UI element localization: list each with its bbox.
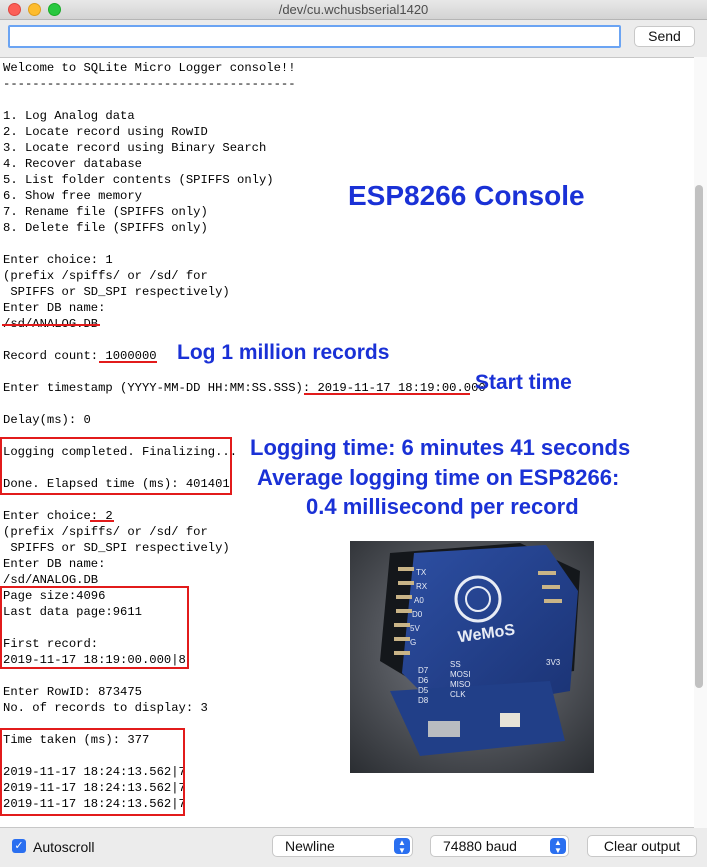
scrollbar-thumb[interactable] (695, 185, 703, 688)
svg-text:3V3: 3V3 (546, 658, 561, 667)
svg-text:MOSI: MOSI (450, 670, 470, 679)
console-line: SPIFFS or SD_SPI respectively) (3, 541, 230, 555)
esp8266-console-annotation: ESP8266 Console (348, 180, 585, 211)
console-line: No. of records to display: 3 (3, 701, 208, 715)
console-line: Delay(ms): 0 (3, 413, 91, 427)
chevron-updown-icon: ▲ ▼ (550, 838, 566, 855)
db-name-underline (2, 324, 100, 326)
svg-text:A0: A0 (414, 596, 424, 605)
svg-text:D0: D0 (412, 610, 423, 619)
send-button[interactable]: Send (634, 26, 695, 47)
title-bar: /dev/cu.wchusbserial1420 (0, 0, 707, 20)
console-line: 2. Locate record using RowID (3, 125, 208, 139)
page-info-box (0, 586, 189, 669)
svg-text:D6: D6 (418, 676, 429, 685)
baud-rate-value: 74880 baud (443, 838, 517, 854)
logging-result-box (0, 437, 232, 495)
baud-rate-select[interactable]: 74880 baud ▲ ▼ (430, 835, 569, 857)
record-count-underline (99, 361, 157, 363)
logging-time-annotation: Logging time: 6 minutes 41 seconds (250, 435, 631, 460)
console-line: 4. Recover database (3, 157, 142, 171)
choice-underline (90, 520, 114, 522)
svg-text:MISO: MISO (450, 680, 470, 689)
records-annotation: Log 1 million records (177, 341, 390, 364)
svg-text:SS: SS (450, 660, 461, 669)
console-line: Enter DB name: (3, 557, 106, 571)
console-line: 3. Locate record using Binary Search (3, 141, 267, 155)
console-line: (prefix /spiffs/ or /sd/ for (3, 269, 208, 283)
bottom-bar: ✓ Autoscroll Newline ▲ ▼ 74880 baud ▲ ▼ Cl… (0, 829, 707, 867)
average-time-annotation: Average logging time on ESP8266: (257, 465, 620, 490)
clear-output-button[interactable]: Clear output (587, 835, 697, 857)
console-line: SPIFFS or SD_SPI respectively) (3, 285, 230, 299)
console-line: Welcome to SQLite Micro Logger console!! (3, 61, 296, 75)
autoscroll-checkbox[interactable]: ✓ (12, 839, 26, 853)
serial-command-input[interactable] (8, 25, 621, 48)
line-ending-select[interactable]: Newline ▲ ▼ (272, 835, 413, 857)
time-taken-box (0, 728, 185, 816)
chevron-updown-icon: ▲ ▼ (394, 838, 410, 855)
console-line: 7. Rename file (SPIFFS only) (3, 205, 208, 219)
toolbar: Send (0, 20, 707, 56)
svg-text:5V: 5V (410, 624, 420, 633)
svg-text:CLK: CLK (450, 690, 466, 699)
svg-text:D7: D7 (418, 666, 429, 675)
svg-text:RX: RX (416, 582, 428, 591)
wemos-board-photo: WeMoS TX RX A0 D0 5V G D7 D6 D5 D8 SS MO… (350, 541, 594, 773)
autoscroll-label: Autoscroll (33, 839, 95, 855)
line-ending-value: Newline (285, 838, 335, 854)
svg-text:TX: TX (416, 568, 427, 577)
timestamp-underline (304, 393, 470, 395)
console-line: 1. Log Analog data (3, 109, 135, 123)
console-line: (prefix /spiffs/ or /sd/ for (3, 525, 208, 539)
svg-text:D8: D8 (418, 696, 429, 705)
console-line: Enter choice: 1 (3, 253, 113, 267)
per-record-annotation: 0.4 millisecond per record (306, 494, 579, 519)
console-line: Enter DB name: (3, 301, 106, 315)
svg-text:D5: D5 (418, 686, 429, 695)
wemos-board-illustration: WeMoS TX RX A0 D0 5V G D7 D6 D5 D8 SS MO… (350, 541, 594, 773)
svg-text:G: G (410, 638, 416, 647)
console-line: 5. List folder contents (SPIFFS only) (3, 173, 274, 187)
console-line: Enter RowID: 873475 (3, 685, 142, 699)
console-line: ---------------------------------------- (3, 77, 296, 91)
start-time-annotation: Start time (475, 371, 572, 394)
window-title: /dev/cu.wchusbserial1420 (278, 2, 429, 17)
console-line: 6. Show free memory (3, 189, 142, 203)
console-line: 8. Delete file (SPIFFS only) (3, 221, 208, 235)
